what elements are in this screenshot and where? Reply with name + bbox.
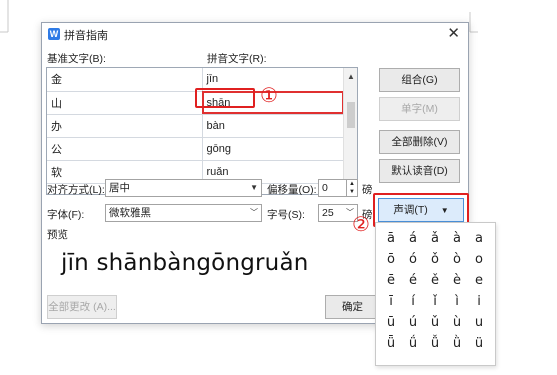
align-label: 对齐方式(L): bbox=[47, 184, 105, 196]
base-text-cell[interactable]: 山 bbox=[47, 91, 203, 115]
tone-char-option[interactable]: o bbox=[469, 250, 489, 270]
title-bar: W 拼音指南 ✕ bbox=[42, 23, 468, 45]
tone-char-option[interactable]: ǖ bbox=[381, 334, 401, 354]
base-text-cell[interactable]: 办 bbox=[47, 114, 203, 138]
dialog-title: 拼音指南 bbox=[64, 30, 108, 42]
close-icon[interactable]: ✕ bbox=[447, 24, 460, 42]
ok-button[interactable]: 确定 bbox=[325, 295, 380, 319]
annotation-marker-1: ① bbox=[260, 85, 278, 107]
font-label: 字体(F): bbox=[47, 209, 85, 221]
tone-row: ēéěèe bbox=[376, 271, 495, 291]
tone-dropdown-menu: āáǎàaōóǒòoēéěèeīíǐìiūúǔùuǖǘǚǜü bbox=[375, 222, 496, 366]
pinyin-text-label: 拼音文字(R): bbox=[207, 53, 267, 65]
preview-area: jīn shānbàngōngruǎn bbox=[47, 241, 361, 291]
tone-row: āáǎàa bbox=[376, 229, 495, 249]
tone-char-option[interactable]: ū bbox=[381, 313, 401, 333]
tone-char-option[interactable]: í bbox=[403, 292, 423, 312]
size-label: 字号(S): bbox=[267, 209, 305, 221]
align-value: 居中 bbox=[109, 182, 130, 194]
tone-char-option[interactable]: ē bbox=[381, 271, 401, 291]
scroll-up-icon[interactable]: ▲ bbox=[344, 70, 357, 84]
table-row[interactable]: 办 bàn bbox=[47, 114, 344, 138]
align-select[interactable]: 居中 ▼ bbox=[105, 179, 262, 197]
pinyin-text-cell[interactable]: gōng bbox=[202, 137, 344, 161]
table-row[interactable]: 公 gōng bbox=[47, 137, 344, 161]
base-text-cell[interactable]: 公 bbox=[47, 137, 203, 161]
tone-char-option[interactable]: ō bbox=[381, 250, 401, 270]
pinyin-text-cell[interactable]: bàn bbox=[202, 114, 344, 138]
tone-char-option[interactable]: ú bbox=[403, 313, 423, 333]
tone-row: ǖǘǚǜü bbox=[376, 334, 495, 354]
pinyin-table: 金jīn山shān办bàn公gōng软ruǎn ▲ ▼ bbox=[46, 67, 358, 195]
tone-char-option[interactable]: a bbox=[469, 229, 489, 249]
size-value: 25 bbox=[322, 207, 334, 219]
font-select[interactable]: 微软雅黑 ﹀ bbox=[105, 204, 262, 222]
offset-stepper[interactable]: 0 ▲ ▼ bbox=[318, 179, 358, 197]
tone-char-option[interactable]: ò bbox=[447, 250, 467, 270]
tone-char-option[interactable]: e bbox=[469, 271, 489, 291]
base-text-label: 基准文字(B): bbox=[47, 53, 106, 65]
base-text-cell[interactable]: 金 bbox=[47, 68, 203, 92]
tone-char-option[interactable]: é bbox=[403, 271, 423, 291]
tone-char-option[interactable]: ü bbox=[469, 334, 489, 354]
tone-char-option[interactable]: ǚ bbox=[425, 334, 445, 354]
combine-button[interactable]: 组合(G) bbox=[379, 68, 460, 92]
wps-app-icon: W bbox=[48, 28, 60, 40]
tone-char-option[interactable]: á bbox=[403, 229, 423, 249]
tone-char-option[interactable]: ī bbox=[381, 292, 401, 312]
tone-char-option[interactable]: ǒ bbox=[425, 250, 445, 270]
stepper-arrows-icon[interactable]: ▲ ▼ bbox=[346, 180, 357, 196]
tone-char-option[interactable]: ó bbox=[403, 250, 423, 270]
tone-char-option[interactable]: ā bbox=[381, 229, 401, 249]
default-reading-button[interactable]: 默认读音(D) bbox=[379, 159, 460, 183]
tone-char-option[interactable]: ǐ bbox=[425, 292, 445, 312]
tone-row: ūúǔùu bbox=[376, 313, 495, 333]
offset-unit: 磅 bbox=[362, 184, 373, 196]
font-value: 微软雅黑 bbox=[109, 207, 151, 219]
tone-char-option[interactable]: ǜ bbox=[447, 334, 467, 354]
chevron-down-icon: ﹀ bbox=[250, 208, 258, 217]
preview-label: 预览 bbox=[47, 229, 68, 241]
tone-char-option[interactable]: ǘ bbox=[403, 334, 423, 354]
tone-char-option[interactable]: u bbox=[469, 313, 489, 333]
chevron-down-icon: ▼ bbox=[250, 183, 258, 192]
tone-char-option[interactable]: i bbox=[469, 292, 489, 312]
tone-char-option[interactable]: ù bbox=[447, 313, 467, 333]
delete-all-button[interactable]: 全部删除(V) bbox=[379, 130, 460, 154]
tone-char-option[interactable]: à bbox=[447, 229, 467, 249]
table-scrollbar[interactable]: ▲ ▼ bbox=[343, 68, 357, 194]
single-char-button[interactable]: 单字(M) bbox=[379, 97, 460, 121]
tone-char-option[interactable]: è bbox=[447, 271, 467, 291]
tone-row: ōóǒòo bbox=[376, 250, 495, 270]
scroll-thumb[interactable] bbox=[347, 102, 355, 128]
tone-row: īíǐìi bbox=[376, 292, 495, 312]
tone-char-option[interactable]: ì bbox=[447, 292, 467, 312]
tone-char-option[interactable]: ǎ bbox=[425, 229, 445, 249]
offset-value: 0 bbox=[322, 182, 328, 194]
offset-label: 偏移量(O): bbox=[267, 184, 317, 196]
tone-char-option[interactable]: ǔ bbox=[425, 313, 445, 333]
annotation-marker-2: ② bbox=[352, 214, 370, 236]
tone-char-option[interactable]: ě bbox=[425, 271, 445, 291]
highlight-box-pinyin bbox=[195, 88, 255, 108]
change-all-button[interactable]: 全部更改 (A)... bbox=[47, 295, 117, 319]
